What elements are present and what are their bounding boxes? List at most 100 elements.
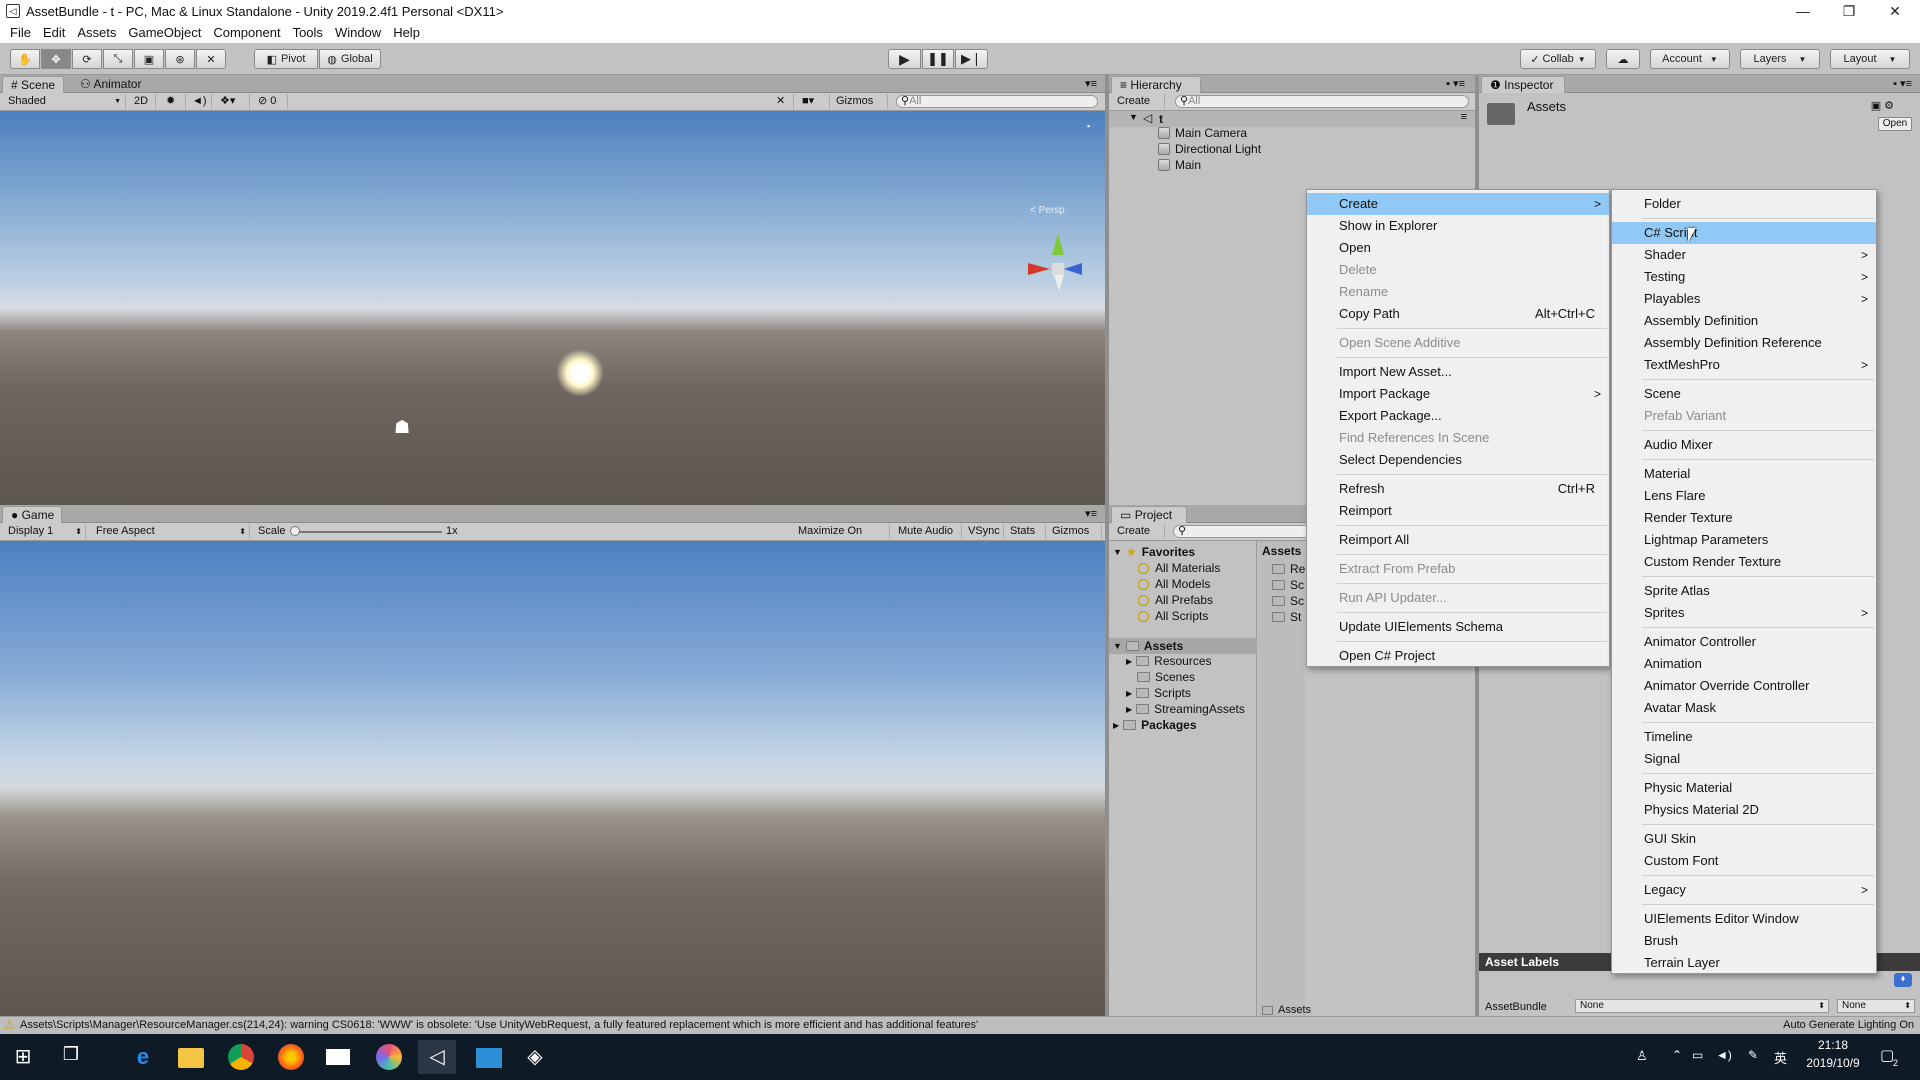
favorites-node[interactable]: ▼ ★ Favorites [1113, 545, 1195, 559]
context-menu-item-show-in-explorer[interactable]: Show in Explorer [1307, 215, 1609, 237]
mail-icon[interactable] [326, 1049, 350, 1065]
context-menu-item-update-uielements-schema[interactable]: Update UIElements Schema [1307, 616, 1609, 638]
folder-scripts[interactable]: ▶ Scripts [1126, 686, 1191, 700]
create-menu-item-animator-controller[interactable]: Animator Controller [1612, 631, 1876, 653]
tab-hierarchy[interactable]: ≡ Hierarchy [1111, 76, 1201, 93]
context-menu-item-delete[interactable]: Delete [1307, 259, 1609, 281]
create-menu-item-signal[interactable]: Signal [1612, 748, 1876, 770]
rect-tool-button[interactable]: ▣ [134, 49, 164, 69]
maximize-button[interactable]: ❐ [1826, 0, 1872, 22]
camera-gizmo-icon[interactable]: ☗ [394, 417, 410, 438]
account-dropdown[interactable]: Account ▼ [1650, 49, 1730, 69]
custom-tool-button[interactable]: ✕ [196, 49, 226, 69]
scale-slider-track[interactable] [294, 531, 442, 533]
favorite-all-materials[interactable]: All Materials [1138, 561, 1220, 575]
project-grid-item[interactable]: Sc [1272, 594, 1304, 608]
network-icon[interactable]: ▭ [1692, 1048, 1703, 1062]
mute-audio-toggle[interactable]: Mute Audio [894, 524, 962, 539]
context-menu-item-open-scene-additive[interactable]: Open Scene Additive [1307, 332, 1609, 354]
layout-dropdown[interactable]: Layout ▼ [1830, 49, 1910, 69]
people-icon[interactable]: ♙ [1636, 1048, 1648, 1064]
hand-tool-button[interactable]: ✋ [10, 49, 40, 69]
maximize-on-play-toggle[interactable]: Maximize On Play [794, 524, 890, 552]
color-app-icon[interactable] [376, 1044, 402, 1070]
context-menu-item-run-api-updater[interactable]: Run API Updater... [1307, 587, 1609, 609]
create-menu-item-scene[interactable]: Scene [1612, 383, 1876, 405]
tab-inspector[interactable]: ❶ Inspector [1481, 76, 1565, 93]
create-menu-item-assembly-definition[interactable]: Assembly Definition [1612, 310, 1876, 332]
inspector-settings-icon[interactable]: ▣ ⚙ [1871, 99, 1894, 112]
menu-edit[interactable]: Edit [37, 25, 71, 40]
auto-lighting-status[interactable]: Auto Generate Lighting On [1783, 1019, 1914, 1031]
context-menu-item-rename[interactable]: Rename [1307, 281, 1609, 303]
panel-menu-icon[interactable]: ▾≡ [1085, 507, 1097, 520]
file-explorer-icon[interactable] [178, 1048, 204, 1068]
context-menu-item-find-references-in-scene[interactable]: Find References In Scene [1307, 427, 1609, 449]
create-menu-item-uielements-editor-window[interactable]: UIElements Editor Window [1612, 908, 1876, 930]
context-menu-item-reimport-all[interactable]: Reimport All [1307, 529, 1609, 551]
console-warning-message[interactable]: Assets\Scripts\Manager\ResourceManager.c… [20, 1019, 1150, 1031]
context-menu-item-refresh[interactable]: Refresh Ctrl+R [1307, 478, 1609, 500]
gizmos-dropdown[interactable]: Gizmos ▼ [832, 94, 888, 121]
create-menu-item-physic-material[interactable]: Physic Material [1612, 777, 1876, 799]
create-menu-item-shader[interactable]: Shader > [1612, 244, 1876, 266]
context-menu-item-import-package[interactable]: Import Package > [1307, 383, 1609, 405]
hierarchy-search-input[interactable]: ⚲All [1175, 95, 1469, 108]
audio-toggle[interactable]: ◄) [188, 94, 212, 109]
play-button[interactable]: ▶ [888, 49, 921, 69]
context-menu-item-create[interactable]: Create > [1307, 193, 1609, 215]
rotate-tool-button[interactable]: ⟳ [72, 49, 102, 69]
menu-gameobject[interactable]: GameObject [122, 25, 207, 40]
menu-component[interactable]: Component [207, 25, 286, 40]
create-menu-item-folder[interactable]: Folder [1612, 193, 1876, 215]
vsync-toggle[interactable]: VSync [964, 524, 1004, 539]
display-dropdown[interactable]: Display 1 ⬍ [4, 524, 86, 539]
volume-icon[interactable]: ◄) [1716, 1048, 1732, 1062]
folder-scenes[interactable]: Scenes [1137, 670, 1195, 684]
firefox-icon[interactable] [278, 1044, 304, 1070]
assets-node[interactable]: ▼ Assets [1109, 638, 1257, 654]
hidden-objects-toggle[interactable]: ⊘ 0 [254, 94, 288, 109]
panel-menu-icon[interactable]: ▪ ▾≡ [1446, 77, 1465, 90]
projection-label[interactable]: < Persp [1030, 205, 1065, 216]
create-menu-item-avatar-mask[interactable]: Avatar Mask [1612, 697, 1876, 719]
project-breadcrumb[interactable]: Assets [1262, 544, 1301, 558]
context-menu-item-import-new-asset[interactable]: Import New Asset... [1307, 361, 1609, 383]
minimize-button[interactable]: — [1780, 0, 1826, 22]
stats-toggle[interactable]: Stats [1006, 524, 1046, 539]
create-menu-item-sprites[interactable]: Sprites > [1612, 602, 1876, 624]
shading-mode-dropdown[interactable]: Shaded ▼ [4, 94, 126, 109]
directional-light-gizmo[interactable] [556, 349, 604, 397]
scene-viewport[interactable]: ☗ < Persp ▪ [0, 111, 1105, 505]
context-menu-item-open[interactable]: Open [1307, 237, 1609, 259]
favorite-all-scripts[interactable]: All Scripts [1138, 609, 1208, 623]
hierarchy-item-main[interactable]: Main [1158, 158, 1201, 172]
project-grid-item[interactable]: St [1272, 610, 1301, 624]
context-menu-item-export-package[interactable]: Export Package... [1307, 405, 1609, 427]
scene-search-input[interactable]: ⚲All [896, 95, 1098, 108]
favorite-all-prefabs[interactable]: All Prefabs [1138, 593, 1213, 607]
hierarchy-item-main-camera[interactable]: Main Camera [1158, 126, 1247, 140]
pivot-toggle[interactable]: ◧ Pivot [254, 49, 318, 69]
ime-indicator[interactable]: 英 [1774, 1048, 1787, 1067]
create-menu-item-gui-skin[interactable]: GUI Skin [1612, 828, 1876, 850]
scene-header-row[interactable]: ▼ ◁ t ≡ [1109, 111, 1475, 127]
menu-help[interactable]: Help [387, 25, 426, 40]
scene-tools-button[interactable]: ✕ [772, 94, 794, 109]
edge-browser-icon[interactable]: e [130, 1044, 156, 1070]
create-menu-item-legacy[interactable]: Legacy > [1612, 879, 1876, 901]
create-menu-item-material[interactable]: Material [1612, 463, 1876, 485]
tab-game[interactable]: ● Game [2, 506, 62, 523]
context-menu-item-copy-path[interactable]: Copy Path Alt+Ctrl+C [1307, 303, 1609, 325]
move-tool-button[interactable]: ✥ [41, 49, 71, 69]
remote-app-icon[interactable] [476, 1048, 502, 1068]
create-menu-item-prefab-variant[interactable]: Prefab Variant [1612, 405, 1876, 427]
create-menu-item-custom-render-texture[interactable]: Custom Render Texture [1612, 551, 1876, 573]
create-menu-item-assembly-definition-reference[interactable]: Assembly Definition Reference [1612, 332, 1876, 354]
create-menu-item-animator-override-controller[interactable]: Animator Override Controller [1612, 675, 1876, 697]
scale-tool-button[interactable]: ⤡ [103, 49, 133, 69]
lighting-toggle[interactable]: ✹ [162, 94, 186, 109]
context-menu-item-extract-from-prefab[interactable]: Extract From Prefab [1307, 558, 1609, 580]
step-button[interactable]: ▶❘ [955, 49, 988, 69]
hierarchy-create-dropdown[interactable]: Create ▼ [1113, 94, 1165, 121]
